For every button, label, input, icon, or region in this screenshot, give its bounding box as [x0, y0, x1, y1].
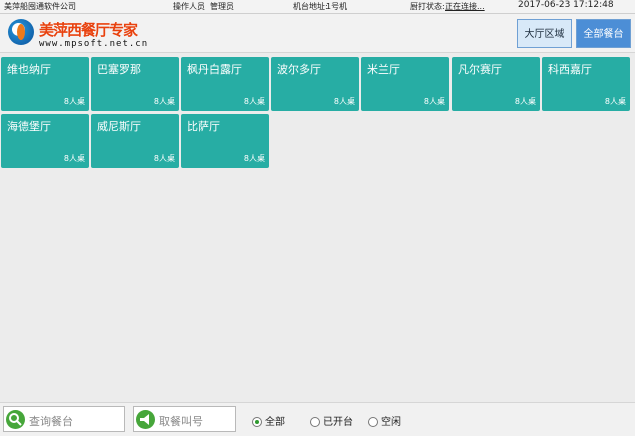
table-name: 巴塞罗那 [97, 63, 141, 76]
logo-title: 美萍西餐厅专家 [39, 21, 138, 39]
print-status-label: 厨打状态: [410, 2, 445, 11]
table-name: 米兰厅 [367, 63, 400, 76]
table-name: 枫丹白露厅 [187, 63, 242, 76]
operator-label: 操作人员 [173, 2, 205, 11]
filter-free-radio[interactable]: 空闲 [368, 413, 401, 428]
table-name: 科西嘉厅 [548, 63, 592, 76]
operator-value: 管理员 [210, 2, 234, 11]
filter-label: 全部 [265, 417, 285, 428]
table-tile[interactable]: 科西嘉厅 8人桌 [542, 57, 630, 111]
table-tile[interactable]: 海德堡厅 8人桌 [1, 114, 89, 168]
table-tile[interactable]: 维也纳厅 8人桌 [1, 57, 89, 111]
table-capacity: 8人桌 [243, 97, 265, 106]
datetime: 2017-06-23 17:12:48 [518, 0, 614, 10]
table-tile[interactable]: 米兰厅 8人桌 [361, 57, 449, 111]
table-tile[interactable]: 波尔多厅 8人桌 [271, 57, 359, 111]
megaphone-icon[interactable] [136, 410, 155, 429]
table-tile[interactable]: 凡尔赛厅 8人桌 [452, 57, 540, 111]
table-capacity: 8人桌 [153, 97, 175, 106]
table-capacity: 8人桌 [243, 154, 265, 163]
logo: 美萍西餐厅专家 www.mpsoft.net.cn [8, 19, 156, 51]
table-capacity: 8人桌 [153, 154, 175, 163]
table-capacity: 8人桌 [514, 97, 536, 106]
table-capacity: 8人桌 [333, 97, 355, 106]
table-tile[interactable]: 比萨厅 8人桌 [181, 114, 269, 168]
search-placeholder: 查询餐台 [29, 415, 73, 428]
table-name: 凡尔赛厅 [458, 63, 502, 76]
table-capacity: 8人桌 [604, 97, 626, 106]
radio-unchecked-icon [368, 417, 378, 427]
table-tile[interactable]: 巴塞罗那 8人桌 [91, 57, 179, 111]
radio-unchecked-icon [310, 417, 320, 427]
header: 美萍西餐厅专家 www.mpsoft.net.cn 大厅区域 全部餐台 [0, 14, 635, 53]
table-tile[interactable]: 枫丹白露厅 8人桌 [181, 57, 269, 111]
tab-all-tables[interactable]: 全部餐台 [576, 19, 631, 48]
filter-label: 已开台 [323, 417, 353, 428]
machine-value: 1号机 [326, 2, 348, 11]
call-number-input[interactable]: 取餐叫号 [133, 406, 236, 432]
table-name: 比萨厅 [187, 120, 220, 133]
table-name: 海德堡厅 [7, 120, 51, 133]
tab-hall-area[interactable]: 大厅区域 [517, 19, 572, 48]
table-capacity: 8人桌 [63, 154, 85, 163]
logo-url: www.mpsoft.net.cn [39, 39, 149, 49]
bottom-bar: 查询餐台 取餐叫号 全部 已开台 空闲 [0, 402, 635, 436]
call-number-placeholder: 取餐叫号 [159, 415, 203, 428]
print-status-link[interactable]: 正在连接... [445, 1, 485, 12]
table-name: 维也纳厅 [7, 63, 51, 76]
table-capacity: 8人桌 [63, 97, 85, 106]
radio-checked-icon [252, 417, 262, 427]
table-name: 威尼斯厅 [97, 120, 141, 133]
search-input[interactable]: 查询餐台 [3, 406, 125, 432]
logo-icon [8, 19, 34, 45]
filter-open-radio[interactable]: 已开台 [310, 413, 353, 428]
machine-label: 机台地址: [293, 2, 328, 11]
status-bar: 美萍船囤通软件公司 操作人员 管理员 机台地址: 1号机 厨打状态: 正在连接.… [0, 0, 635, 14]
filter-all-radio[interactable]: 全部 [252, 413, 285, 428]
search-icon[interactable] [6, 410, 25, 429]
filter-label: 空闲 [381, 417, 401, 428]
table-tile[interactable]: 威尼斯厅 8人桌 [91, 114, 179, 168]
company-name: 美萍船囤通软件公司 [4, 2, 76, 11]
table-capacity: 8人桌 [423, 97, 445, 106]
table-name: 波尔多厅 [277, 63, 321, 76]
